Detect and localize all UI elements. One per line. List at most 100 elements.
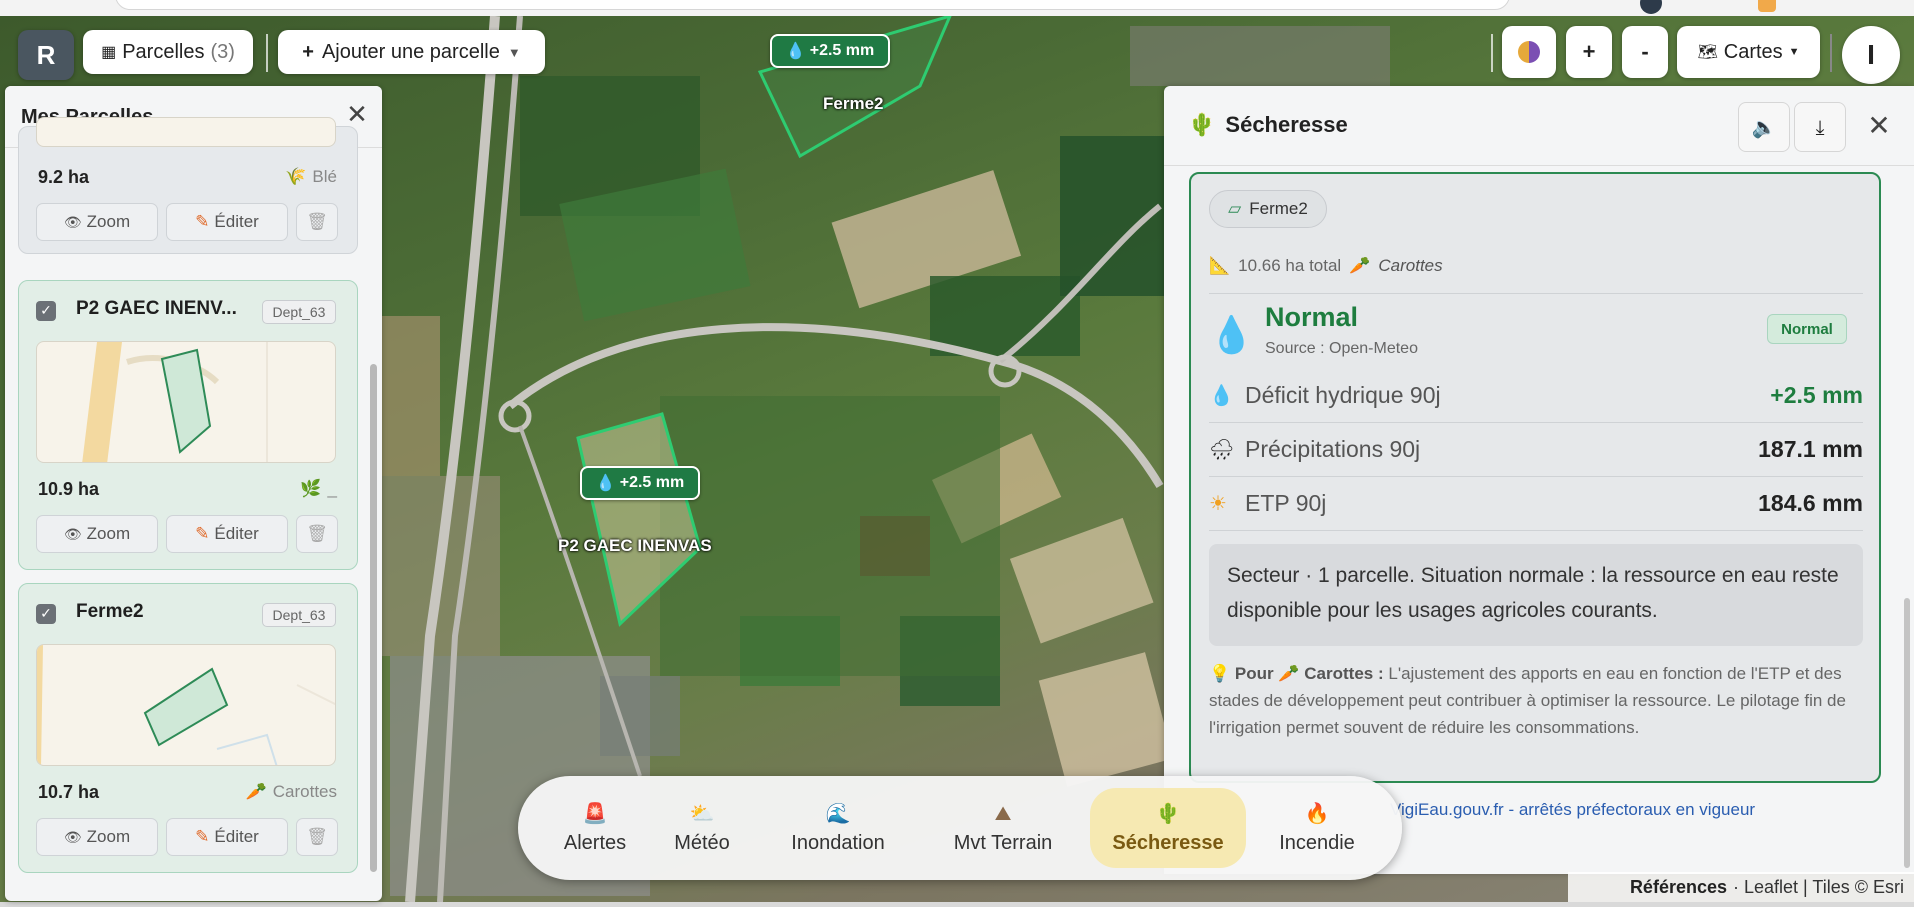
parcel-zoom-button[interactable]: 👁 Zoom (36, 203, 158, 241)
parcel-name: Ferme2 (76, 601, 144, 622)
panel-title: 🌵 Sécheresse (1188, 112, 1348, 137)
parcel-thumbnail (36, 117, 336, 147)
data-source: Source : Open-Meteo (1265, 340, 1418, 357)
parcel-card: 9.2 ha 🌾 Blé 👁 Zoom ✎ Éditer 🗑 (18, 117, 358, 254)
user-avatar-button[interactable]: I (1842, 26, 1900, 84)
theme-toggle-button[interactable] (1502, 26, 1556, 78)
map-label-p2[interactable]: P2 GAEC INENVAS (558, 536, 712, 556)
divider (1209, 530, 1863, 531)
zoom-in-button[interactable]: + (1566, 26, 1612, 78)
add-parcel-button[interactable]: + Ajouter une parcelle ▼ (278, 30, 545, 74)
eye-icon: 👁 (63, 213, 82, 230)
parcel-edit-button[interactable]: ✎ Éditer (166, 203, 288, 241)
toolbar-divider (1830, 34, 1832, 72)
browser-profile-icon[interactable] (1640, 0, 1662, 14)
browser-strip (0, 0, 1914, 16)
status-badge: Normal (1767, 314, 1847, 344)
parcel-checkbox[interactable]: ✓ (36, 301, 56, 321)
metric-precipitation: 🌧 Précipitations 90j 187.1 mm (1209, 435, 1863, 462)
sprout-icon: 🌿 (300, 479, 322, 498)
parcel-checkbox[interactable]: ✓ (36, 604, 56, 624)
parcel-edit-button[interactable]: ✎ Éditer (166, 515, 288, 553)
theme-icon (1518, 41, 1540, 63)
dock-alertes[interactable]: 🚨 Alertes (548, 788, 642, 868)
parcel-edit-button[interactable]: ✎ Éditer (166, 818, 288, 856)
water-drop-icon: 💧 (1209, 315, 1254, 356)
risk-dock: 🚨 Alertes ⛅ Météo 🌊 Inondation ⛰ Mvt Ter… (518, 776, 1402, 880)
dock-mvt-terrain[interactable]: ⛰ Mvt Terrain (928, 788, 1078, 868)
carrot-icon: 🥕 (1278, 664, 1300, 683)
parcel-delete-button[interactable]: 🗑 (296, 818, 338, 856)
parcel-name: P2 GAEC INENV... (76, 298, 237, 319)
siren-icon: 🚨 (582, 802, 608, 825)
pencil-icon: ✎ (195, 212, 210, 231)
drought-panel: 🌵 Sécheresse 🔈 ⤓ ✕ ▱ Ferme2 📐 10.66 ha t… (1164, 86, 1914, 874)
fire-icon: 🔥 (1304, 802, 1330, 825)
wheat-icon: 🌾 (285, 167, 307, 186)
parcel-shape-icon: ▱ (1228, 199, 1242, 218)
drought-status: Normal (1265, 302, 1359, 332)
drop-icon: 💧 (785, 43, 806, 60)
metric-etp: ☀ ETP 90j 184.6 mm (1209, 489, 1863, 516)
dock-inondation[interactable]: 🌊 Inondation (768, 788, 908, 868)
caret-down-icon: ▼ (507, 44, 521, 60)
drop-icon: 💧 (595, 475, 616, 492)
parcel-area: 10.9 ha (38, 479, 100, 499)
dock-incendie[interactable]: 🔥 Incendie (1262, 788, 1372, 868)
parcel-zoom-button[interactable]: 👁 Zoom (36, 818, 158, 856)
parcelles-button[interactable]: ▦ Parcelles (3) (83, 30, 253, 74)
parcel-card: ✓ Ferme2 Dept_63 10.7 ha 🥕 Carottes 👁 Zo… (18, 583, 358, 873)
map-badge-p2[interactable]: 💧 +2.5 mm (580, 466, 700, 500)
parcels-sidebar: Mes Parcelles ✕ 9.2 ha 🌾 Blé 👁 Zoom ✎ Éd… (5, 86, 382, 901)
drought-summary: Secteur · 1 parcelle. Situation normale … (1209, 544, 1863, 646)
pencil-icon: ✎ (195, 827, 210, 846)
browser-url-bar[interactable] (115, 0, 1510, 10)
weather-icon: ⛅ (689, 802, 715, 825)
close-icon[interactable]: ✕ (1864, 109, 1894, 142)
lightbulb-icon: 💡 (1209, 664, 1231, 683)
dock-secheresse[interactable]: 🌵 Sécheresse (1090, 788, 1246, 868)
pencil-icon: ✎ (195, 524, 210, 543)
download-icon: ⤓ (1815, 115, 1825, 139)
dock-meteo[interactable]: ⛅ Météo (660, 788, 744, 868)
download-button[interactable]: ⤓ (1794, 102, 1846, 152)
plus-icon: + (302, 40, 314, 63)
map-layers-button[interactable]: 🗺 Cartes ▼ (1677, 26, 1820, 78)
sun-icon: ☀ (1209, 492, 1227, 515)
app-logo-button[interactable]: R (18, 30, 74, 80)
eye-icon: 👁 (63, 828, 82, 845)
caret-down-icon: ▼ (1788, 46, 1800, 58)
bottom-edge (0, 902, 1914, 907)
wave-icon: 🌊 (825, 802, 851, 825)
parcel-thumbnail[interactable] (36, 644, 336, 766)
speaker-button[interactable]: 🔈 (1738, 102, 1790, 152)
carrot-icon: 🥕 (245, 782, 267, 801)
parcel-delete-button[interactable]: 🗑 (296, 203, 338, 241)
toolbar-divider (1491, 34, 1493, 72)
references-link[interactable]: Références (1630, 877, 1727, 898)
panel-scrollbar[interactable] (1904, 598, 1910, 868)
grid-icon: ▦ (101, 44, 117, 61)
divider (1209, 422, 1863, 423)
parcel-chip[interactable]: ▱ Ferme2 (1209, 190, 1327, 228)
parcel-delete-button[interactable]: 🗑 (296, 515, 338, 553)
world-map-icon: 🗺 (1697, 44, 1718, 61)
eye-icon: 👁 (63, 525, 82, 542)
browser-extension-icon[interactable] (1758, 0, 1776, 12)
map-badge-ferme2[interactable]: 💧 +2.5 mm (770, 34, 890, 68)
zoom-out-button[interactable]: - (1622, 26, 1668, 78)
parcel-thumbnail[interactable] (36, 341, 336, 463)
metric-deficit: 💧 Déficit hydrique 90j +2.5 mm (1209, 381, 1863, 408)
parcel-card: ✓ P2 GAEC INENV... Dept_63 10.9 ha 🌿 _ 👁… (18, 280, 358, 570)
sidebar-scrollbar[interactable] (370, 364, 377, 872)
toolbar-divider (266, 34, 268, 72)
dept-badge: Dept_63 (262, 300, 336, 324)
map-attribution: Références · Leaflet | Tiles © Esri (1568, 872, 1914, 902)
divider (1209, 476, 1863, 477)
trash-icon: 🗑 (306, 524, 328, 543)
dept-badge: Dept_63 (262, 603, 336, 627)
parcel-crop: 🌿 _ (300, 479, 337, 498)
map-label-ferme2[interactable]: Ferme2 (823, 94, 883, 114)
vigieau-link[interactable]: VigiEau.gouv.fr - arrêtés préfectoraux e… (1390, 800, 1755, 820)
parcel-zoom-button[interactable]: 👁 Zoom (36, 515, 158, 553)
